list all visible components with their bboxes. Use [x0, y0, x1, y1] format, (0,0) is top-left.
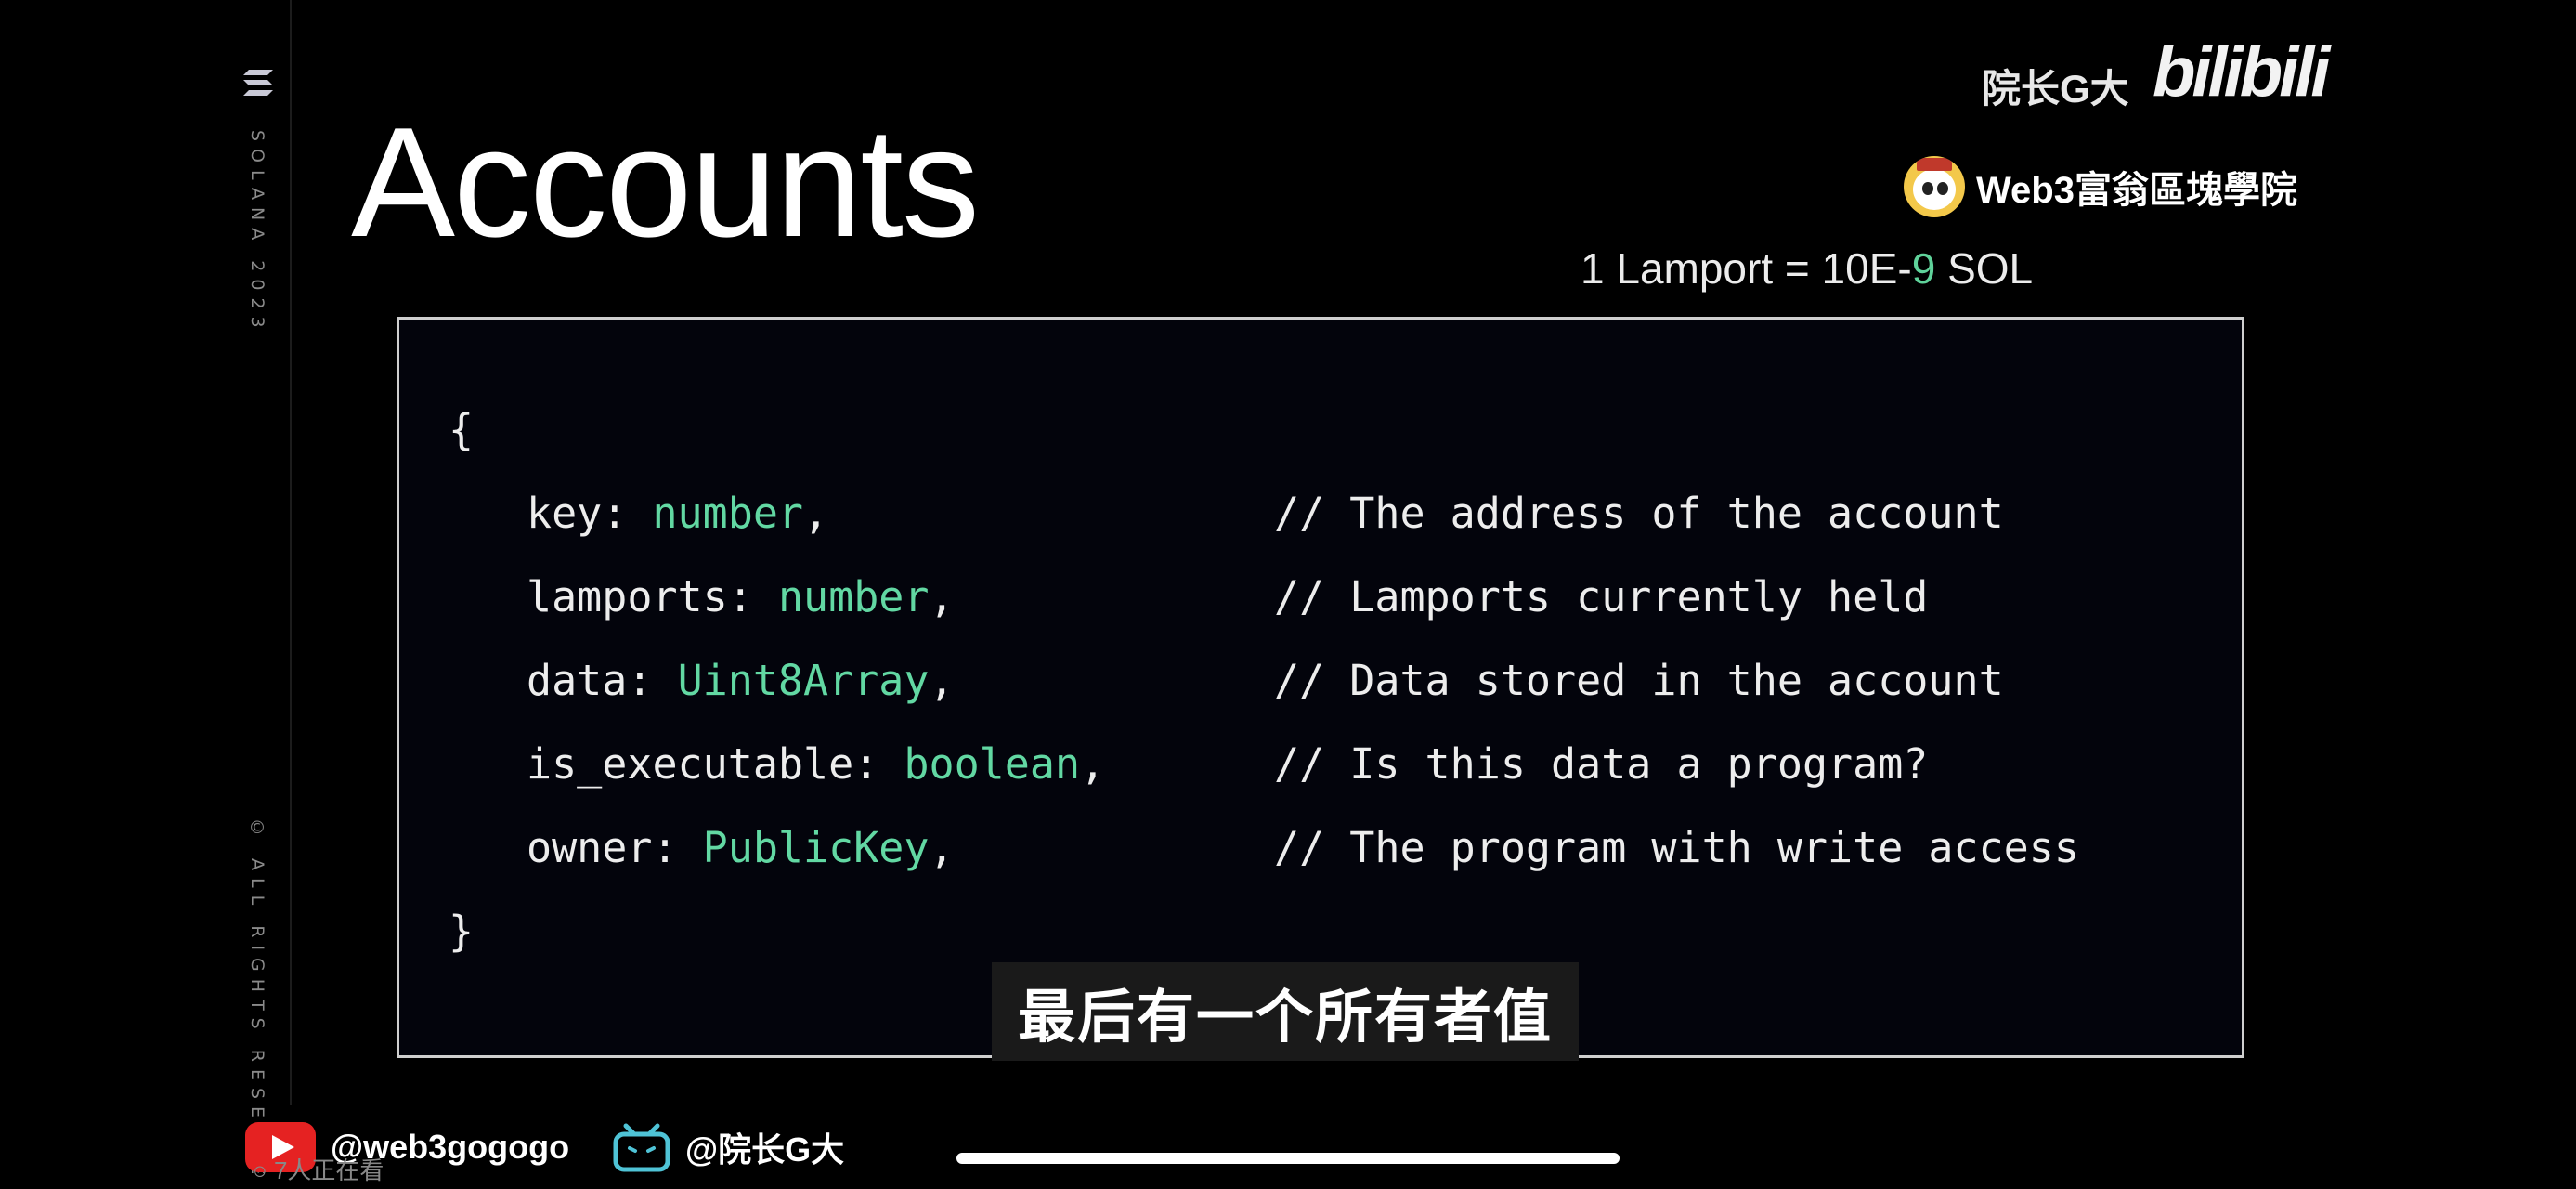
field-type: PublicKey — [702, 823, 930, 872]
comma: , — [803, 489, 829, 538]
bilibili-link[interactable]: @院长G大 — [613, 1122, 844, 1172]
channel-badge: Web3富翁區塊學院 — [1904, 156, 2297, 217]
home-indicator[interactable] — [956, 1153, 1620, 1164]
field-type: boolean — [904, 739, 1081, 789]
field-name: data: — [527, 656, 678, 705]
field-name: lamports: — [527, 572, 778, 621]
viewer-count-text: 7人正在看 — [273, 1156, 384, 1184]
sidebar-vertical-label: SOLANA 2023 — [247, 130, 267, 335]
lamport-prefix: 1 Lamport = 10E- — [1581, 244, 1912, 293]
comma: , — [929, 656, 955, 705]
code-line-key: key: number, — [527, 492, 828, 534]
viewer-count: ○ 7人正在看 — [253, 1152, 384, 1186]
comment-lamports: // Lamports currently held — [1274, 572, 1929, 621]
slide-title: Accounts — [351, 95, 980, 269]
comma: , — [929, 572, 955, 621]
code-line-is-executable: is_executable: boolean, — [527, 743, 1105, 785]
panda-avatar-icon — [1904, 156, 1965, 217]
bilibili-logo: bilibili — [2153, 33, 2331, 111]
field-type: Uint8Array — [677, 656, 930, 705]
comment-is-executable: // Is this data a program? — [1274, 739, 1929, 789]
code-line-data: data: Uint8Array, — [527, 660, 955, 701]
lamport-exponent: 9 — [1911, 244, 1936, 293]
viewers-icon: ○ — [253, 1156, 267, 1184]
video-subtitle: 最后有一个所有者值 — [992, 962, 1579, 1061]
lamport-suffix: SOL — [1935, 244, 2034, 293]
code-line-lamports: lamports: number, — [527, 576, 955, 618]
field-type: number — [652, 489, 804, 538]
creator-watermark: 院长G大 — [1982, 67, 2129, 111]
field-type: number — [777, 572, 930, 621]
close-brace: } — [449, 907, 475, 956]
lamport-note: 1 Lamport = 10E-9 SOL — [1581, 243, 2033, 294]
code-block: { key: number, // The address of the acc… — [397, 317, 2244, 1058]
comment-owner: // The program with write access — [1274, 823, 2079, 872]
solana-logo-icon — [243, 70, 273, 96]
channel-name: Web3富翁區塊學院 — [1976, 170, 2297, 211]
code-line-owner: owner: PublicKey, — [527, 827, 955, 869]
bilibili-tv-icon — [613, 1123, 670, 1172]
comma: , — [929, 823, 955, 872]
comment-key: // The address of the account — [1274, 489, 2004, 538]
field-name: is_executable: — [527, 739, 904, 789]
comma: , — [1080, 739, 1106, 789]
open-brace: { — [449, 405, 475, 454]
comment-data: // Data stored in the account — [1274, 656, 2004, 705]
field-name: key: — [527, 489, 653, 538]
sidebar-divider — [290, 0, 292, 1105]
field-name: owner: — [527, 823, 703, 872]
bilibili-handle: @院长G大 — [685, 1130, 845, 1169]
